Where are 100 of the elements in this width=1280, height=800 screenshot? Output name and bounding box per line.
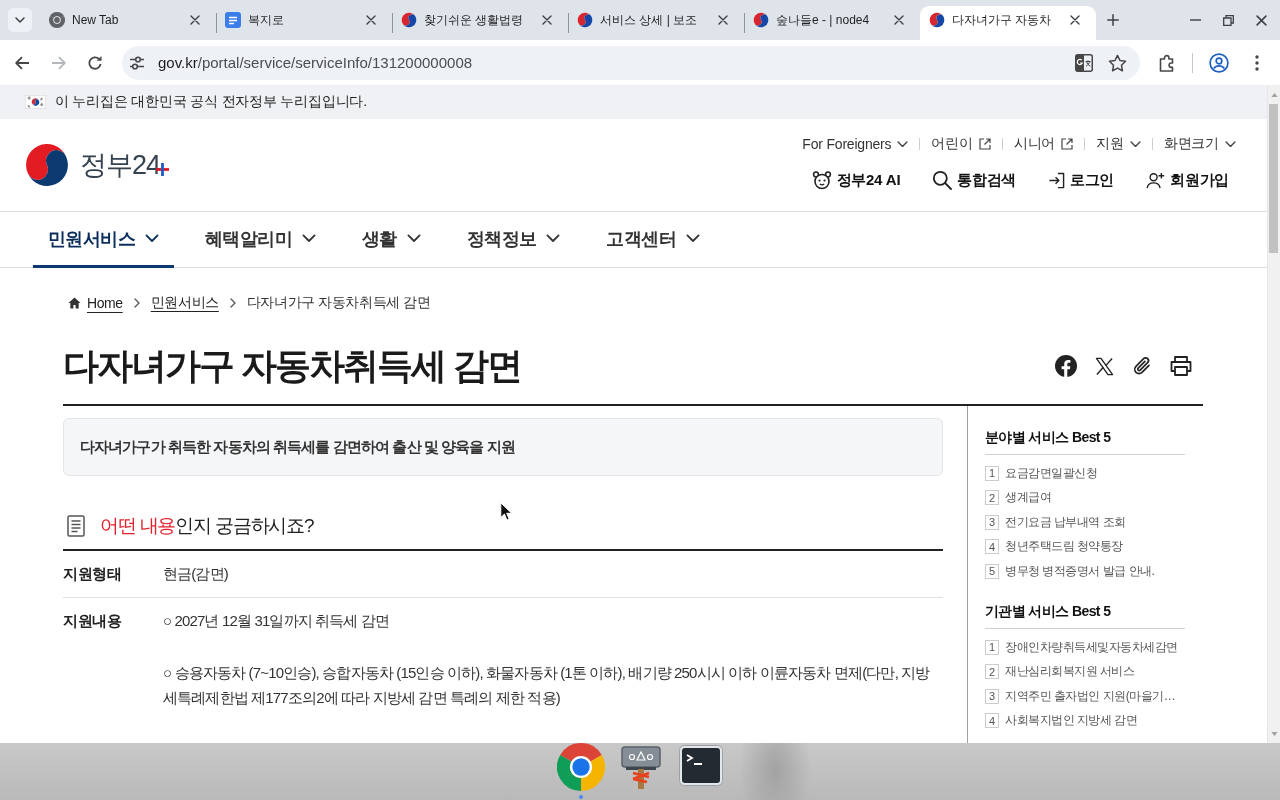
field-value: 현금(감면)	[163, 564, 229, 584]
paperclip-icon[interactable]	[1132, 356, 1152, 376]
nav-menu-item[interactable]: 혜택알리미	[190, 212, 332, 268]
service-link[interactable]: 4 사회복지법인 지방세 감면	[985, 708, 1185, 733]
taegeuk-icon	[577, 12, 593, 28]
home-icon	[68, 297, 81, 309]
rank-number: 2	[985, 490, 999, 506]
field-value: ○ 2027년 12월 31일까지 취득세 감면	[163, 611, 391, 631]
breadcrumb-link[interactable]: Home	[68, 295, 123, 311]
close-icon[interactable]	[1256, 14, 1267, 26]
signup-link[interactable]: 회원가입	[1146, 170, 1229, 190]
service-link[interactable]: 1 장애인차량취득세및자동차세감면	[985, 635, 1185, 660]
sidebar-heading: 분야별 서비스 Best 5	[985, 428, 1185, 455]
close-icon[interactable]	[1070, 15, 1080, 25]
nav-menu-item[interactable]: 생활	[347, 212, 436, 268]
ai-assistant-link[interactable]: 정부24 AI	[811, 170, 901, 190]
section-heading: 어떤 내용인지 궁금하시죠?	[100, 515, 314, 537]
chevron-down-icon	[15, 17, 25, 23]
utility-link[interactable]: 시니어	[1013, 135, 1074, 153]
x-logo-icon[interactable]	[1095, 356, 1114, 376]
nav-menu-item[interactable]: 민원서비스	[33, 212, 174, 268]
rank-number: 3	[985, 514, 999, 530]
field-label: 지원내용	[63, 611, 122, 631]
bear-face-icon	[811, 170, 832, 190]
login-icon	[1048, 171, 1066, 189]
external-link-icon	[1061, 138, 1074, 150]
tab-list-button[interactable]	[8, 8, 32, 32]
login-link[interactable]: 로그인	[1048, 170, 1115, 190]
service-link[interactable]: 2 재난심리회복지원 서비스	[985, 659, 1185, 684]
rank-number: 4	[985, 713, 999, 729]
address-bar[interactable]: gov.kr/portal/service/serviceInfo/131200000008	[122, 45, 1140, 80]
rank-number: 1	[985, 639, 999, 655]
person-add-icon	[1146, 171, 1166, 189]
close-icon[interactable]	[718, 15, 728, 25]
browser-tab[interactable]: 복지로	[216, 6, 392, 40]
breadcrumb-current: 다자녀가구 자동차취득세 감면	[246, 294, 431, 312]
search-link[interactable]: 통합검색	[932, 170, 1017, 190]
banner-text: 이 누리집은 대한민국 공식 전자정부 누리집입니다.	[55, 93, 367, 111]
translate-icon[interactable]	[1075, 53, 1093, 72]
nav-menu-item[interactable]: 정책정보	[451, 212, 576, 268]
service-link[interactable]: 4 청년주택드림 청약통장	[985, 534, 1185, 559]
site-info-icon[interactable]	[129, 55, 145, 70]
service-link[interactable]: 1 요금감면일괄신청	[985, 461, 1185, 486]
browser-tab[interactable]: 다자녀가구 자동차	[920, 6, 1096, 40]
rank-number: 3	[985, 688, 999, 704]
service-link[interactable]: 3 지역주민 출자법인 지원(마을기…	[985, 684, 1185, 709]
sidebar-heading: 기관별 서비스 Best 5	[985, 602, 1185, 629]
scrollbar-track[interactable]	[1267, 85, 1280, 743]
browser-logo-icon[interactable]	[557, 743, 605, 791]
printer-icon[interactable]	[1170, 356, 1192, 376]
breadcrumb-link[interactable]: 민원서비스	[150, 294, 219, 312]
service-link[interactable]: 3 전기요금 납부내역 조회	[985, 510, 1185, 535]
close-icon[interactable]	[190, 15, 200, 25]
browser-tab[interactable]: New Tab	[40, 6, 216, 40]
new-tab-icon[interactable]	[1107, 14, 1119, 26]
chevron-right-icon	[229, 298, 236, 308]
signpost-icon[interactable]	[621, 746, 661, 790]
back-icon[interactable]	[14, 54, 30, 71]
page-title: 다자녀가구 자동차취득세 감면	[63, 344, 521, 388]
close-icon[interactable]	[366, 15, 376, 25]
external-link-icon	[978, 138, 991, 150]
profile-icon[interactable]	[1209, 52, 1229, 73]
chevron-down-icon	[1129, 140, 1141, 148]
chevron-down-icon	[145, 234, 159, 243]
nav-menu-item[interactable]: 고객센터	[591, 212, 716, 268]
chevron-down-icon	[546, 234, 561, 243]
taegeuk-icon	[753, 12, 769, 28]
close-icon[interactable]	[542, 15, 552, 25]
app-tile-icon	[225, 12, 241, 28]
browser-tab[interactable]: 숲나들e - | node4	[744, 6, 920, 40]
utility-link[interactable]: 지원	[1096, 135, 1141, 153]
document-icon	[67, 515, 85, 537]
chevron-down-icon	[897, 140, 909, 148]
rank-number: 1	[985, 465, 999, 481]
browser-logo-icon	[49, 12, 65, 28]
service-link[interactable]: 2 생계급여	[985, 485, 1185, 510]
chevron-down-icon	[686, 234, 701, 243]
browser-tab[interactable]: 서비스 상세 | 보조	[568, 6, 744, 40]
bookmark-star-icon[interactable]	[1107, 53, 1127, 72]
emblem-icon[interactable]	[24, 142, 70, 188]
browser-tab[interactable]: 찾기쉬운 생활법령	[392, 6, 568, 40]
scroll-thumb[interactable]	[1269, 104, 1278, 253]
menu-icon[interactable]	[1255, 54, 1259, 71]
taegeuk-icon	[401, 12, 417, 28]
cursor-icon	[500, 502, 512, 521]
restore-icon[interactable]	[1223, 14, 1234, 26]
rank-number: 2	[985, 664, 999, 680]
utility-link[interactable]: 화면크기	[1163, 135, 1236, 153]
facebook-icon[interactable]	[1055, 355, 1077, 377]
service-link[interactable]: 5 병무청 병적증명서 발급 안내.	[985, 559, 1185, 584]
logo-text[interactable]: 정부24	[80, 147, 161, 183]
terminal-icon[interactable]	[679, 745, 723, 786]
running-dot-icon	[579, 795, 583, 799]
utility-link[interactable]: 어린이	[931, 135, 991, 153]
reload-icon[interactable]	[87, 54, 103, 71]
extensions-icon[interactable]	[1159, 53, 1175, 72]
close-icon[interactable]	[894, 15, 904, 25]
rank-number: 5	[985, 563, 999, 579]
summary-text: 다자녀가구가 취득한 자동차의 취득세를 감면하여 출산 및 양육을 지원	[80, 437, 516, 457]
utility-link[interactable]: For Foreigners	[802, 136, 909, 152]
